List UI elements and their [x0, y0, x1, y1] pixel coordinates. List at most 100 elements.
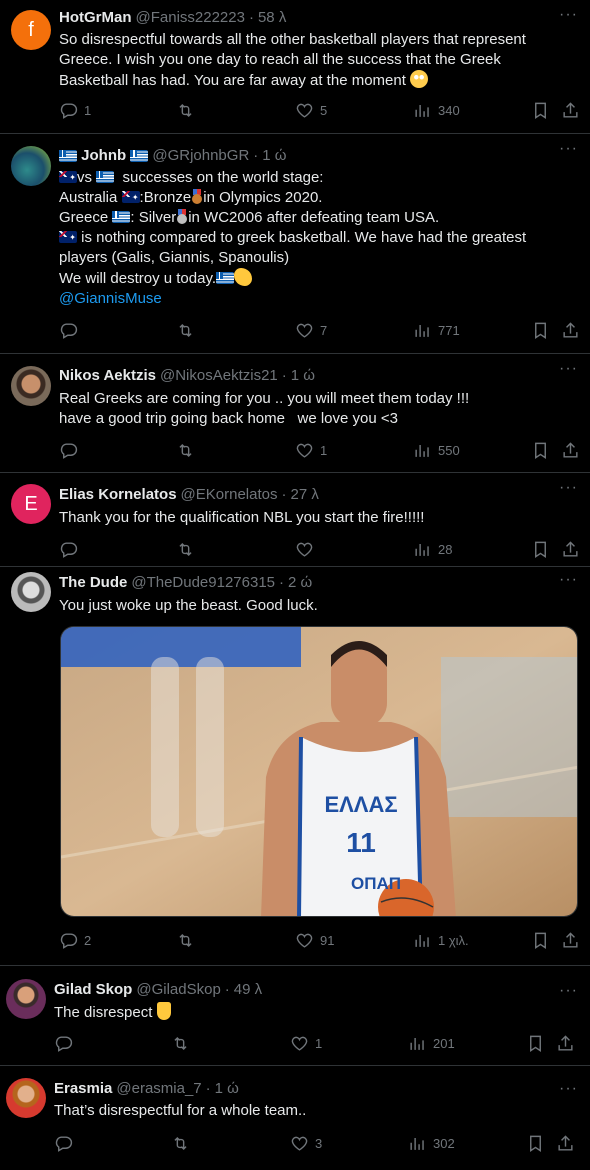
author-name[interactable]: Johnb: [81, 146, 126, 166]
retweet-button[interactable]: [176, 540, 195, 559]
share-icon: [561, 101, 580, 120]
bookmark-button[interactable]: [526, 1134, 545, 1153]
retweet-button[interactable]: [176, 931, 195, 950]
bookmark-button[interactable]: [531, 321, 550, 340]
share-icon: [561, 540, 580, 559]
views-button[interactable]: 201: [408, 1034, 455, 1053]
like-icon: [295, 321, 314, 340]
like-button[interactable]: 7: [295, 321, 327, 340]
author-handle[interactable]: @TheDude91276315: [131, 573, 275, 593]
retweet-button[interactable]: [176, 321, 195, 340]
share-button[interactable]: [561, 441, 580, 460]
timestamp[interactable]: 1 ώ: [215, 1079, 239, 1099]
author-name[interactable]: Gilad Skop: [54, 980, 132, 1000]
greek-flag-icon: [216, 272, 235, 284]
bookmark-button[interactable]: [531, 101, 550, 120]
share-button[interactable]: [561, 931, 580, 950]
tweet-photo[interactable]: ΕΛΛΑΣ 11 ΟΠΑΠ: [60, 626, 578, 917]
retweet-button[interactable]: [176, 101, 195, 120]
like-button[interactable]: 91: [295, 931, 334, 950]
avatar[interactable]: [6, 979, 46, 1019]
reply-icon: [59, 321, 78, 340]
reply-button[interactable]: [54, 1034, 73, 1053]
like-icon: [295, 441, 314, 460]
timestamp[interactable]: 27 λ: [291, 485, 319, 505]
views-button[interactable]: 1 χιλ.: [413, 931, 469, 950]
bookmark-button[interactable]: [526, 1034, 545, 1053]
tweet[interactable]: ··· Gilad Skop @GiladSkop · 49 λ The dis…: [0, 966, 590, 1066]
author-handle[interactable]: @GiladSkop: [136, 980, 220, 1000]
retweet-icon: [171, 1034, 190, 1053]
reply-button[interactable]: 1: [59, 101, 91, 120]
author-name[interactable]: Elias Kornelatos: [59, 485, 177, 505]
share-button[interactable]: [556, 1134, 575, 1153]
retweet-button[interactable]: [171, 1134, 190, 1153]
views-button[interactable]: 771: [413, 321, 460, 340]
like-button[interactable]: 3: [290, 1134, 322, 1153]
tweet-text: vs successes on the world stage: Austral…: [59, 168, 576, 309]
like-button[interactable]: 5: [295, 101, 327, 120]
retweet-button[interactable]: [176, 441, 195, 460]
share-icon: [561, 321, 580, 340]
timestamp[interactable]: 1 ώ: [291, 366, 315, 386]
author-name[interactable]: HotGrMan: [59, 8, 132, 28]
views-button[interactable]: 550: [413, 441, 460, 460]
author-handle[interactable]: @GRjohnbGR: [152, 146, 249, 166]
australia-flag-icon: [59, 228, 77, 248]
author-name[interactable]: Nikos Aektzis: [59, 366, 156, 386]
dizzy-face-emoji-icon: [410, 70, 429, 88]
avatar[interactable]: [11, 366, 51, 406]
like-icon: [295, 540, 314, 559]
views-icon: [408, 1034, 427, 1053]
author-name[interactable]: Erasmia: [54, 1079, 112, 1099]
retweet-button[interactable]: [171, 1034, 190, 1053]
author-name[interactable]: The Dude: [59, 573, 127, 593]
reply-button[interactable]: [59, 540, 78, 559]
tweet[interactable]: f ··· HotGrMan @Faniss222223 · 58 λ So d…: [0, 0, 590, 134]
share-button[interactable]: [561, 321, 580, 340]
reply-button[interactable]: 2: [59, 931, 91, 950]
author-handle[interactable]: @NikosAektzis21: [160, 366, 278, 386]
share-button[interactable]: [556, 1034, 575, 1053]
reply-button[interactable]: [59, 441, 78, 460]
like-button[interactable]: [295, 540, 314, 559]
author-handle[interactable]: @Faniss222223: [136, 8, 245, 28]
thumbs-down-emoji-icon: [156, 1002, 171, 1020]
reply-icon: [59, 931, 78, 950]
avatar[interactable]: [11, 572, 51, 612]
australia-flag-icon: [59, 168, 77, 188]
timestamp[interactable]: 49 λ: [234, 980, 262, 1000]
bookmark-button[interactable]: [531, 931, 550, 950]
bookmark-button[interactable]: [531, 540, 550, 559]
avatar[interactable]: f: [11, 10, 51, 50]
reply-button[interactable]: [54, 1134, 73, 1153]
tweet-text: Real Greeks are coming for you .. you wi…: [59, 390, 470, 427]
timestamp[interactable]: 1 ώ: [262, 146, 286, 166]
views-button[interactable]: 28: [413, 540, 452, 559]
mention-link[interactable]: @GiannisMuse: [59, 289, 576, 309]
tweet[interactable]: ··· Erasmia @erasmia_7 · 1 ώ That’s disr…: [0, 1066, 590, 1170]
avatar[interactable]: [11, 146, 51, 186]
tweet[interactable]: E ··· Elias Kornelatos @EKornelatos · 27…: [0, 473, 590, 567]
timestamp[interactable]: 2 ώ: [288, 573, 312, 593]
tweet[interactable]: ··· Johnb @GRjohnbGR · 1 ώ vs successes …: [0, 134, 590, 354]
reply-button[interactable]: [59, 321, 78, 340]
like-button[interactable]: 1: [295, 441, 327, 460]
views-button[interactable]: 340: [413, 101, 460, 120]
author-handle[interactable]: @EKornelatos: [181, 485, 278, 505]
bookmark-button[interactable]: [531, 441, 550, 460]
avatar[interactable]: E: [11, 484, 51, 524]
like-button[interactable]: 1: [290, 1034, 322, 1053]
timestamp[interactable]: 58 λ: [258, 8, 286, 28]
retweet-icon: [176, 101, 195, 120]
tweet[interactable]: ··· Nikos Aektzis @NikosAektzis21 · 1 ώ …: [0, 354, 590, 473]
views-button[interactable]: 302: [408, 1134, 455, 1153]
separator: ·: [205, 1080, 211, 1097]
separator: ·: [224, 981, 230, 998]
share-button[interactable]: [561, 540, 580, 559]
retweet-icon: [176, 441, 195, 460]
avatar[interactable]: [6, 1078, 46, 1118]
author-handle[interactable]: @erasmia_7: [116, 1079, 201, 1099]
share-button[interactable]: [561, 101, 580, 120]
separator: ·: [279, 574, 285, 591]
